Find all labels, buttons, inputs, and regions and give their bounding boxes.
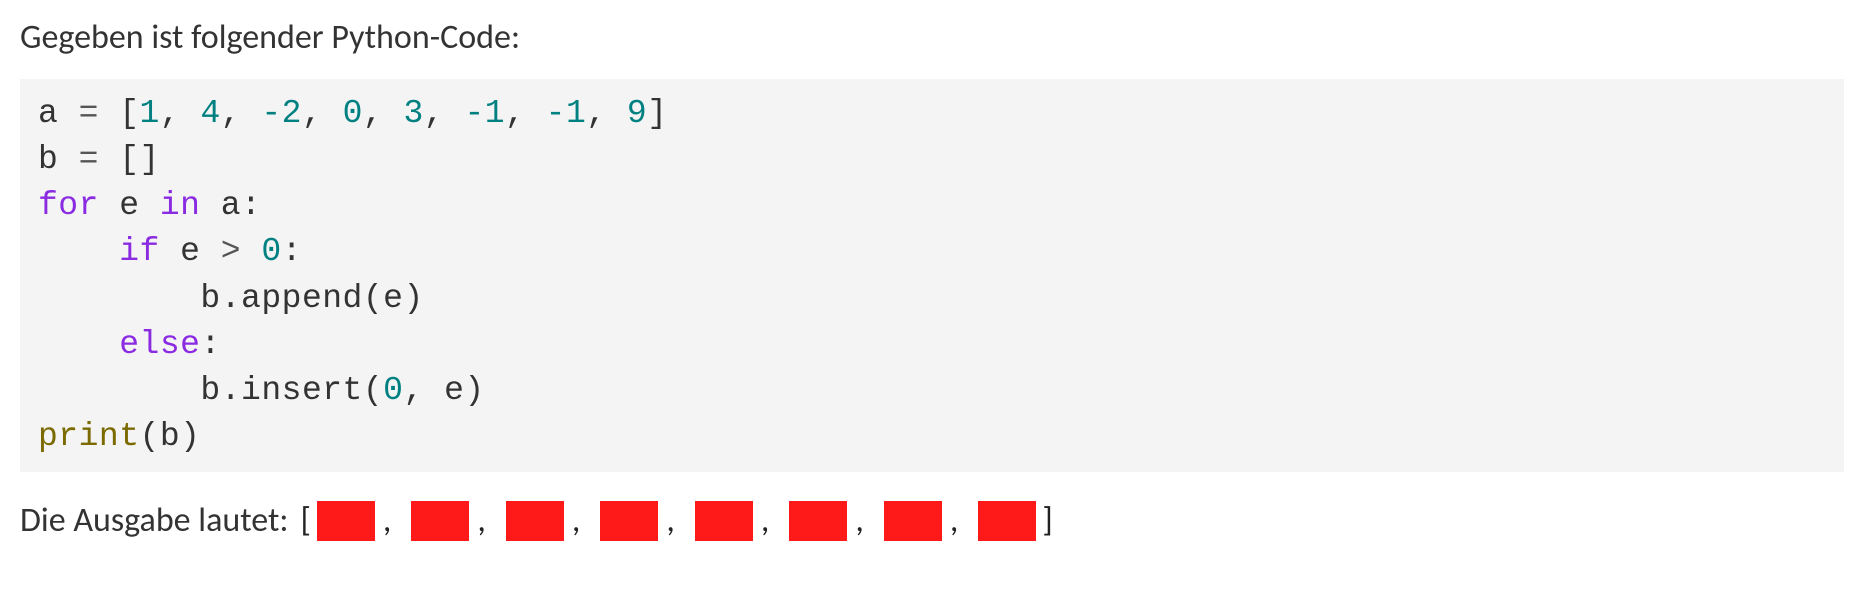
code-token: b: [38, 141, 79, 178]
code-token: in: [160, 187, 201, 224]
code-token: a:: [200, 187, 261, 224]
code-token: 3: [404, 95, 424, 132]
code-token: a: [38, 95, 79, 132]
answer-blank[interactable]: 3: [884, 501, 942, 541]
code-token: []: [99, 141, 160, 178]
code-token: =: [79, 141, 99, 178]
code-token: ,: [363, 95, 404, 132]
code-token: ,: [586, 95, 627, 132]
answer-blank[interactable]: 4: [789, 501, 847, 541]
code-token: -2: [261, 95, 302, 132]
code-token: >: [221, 233, 241, 270]
code-token: ]: [647, 95, 667, 132]
answer-blank[interactable]: 9: [978, 501, 1036, 541]
code-token: ,: [302, 95, 343, 132]
code-token: :: [200, 326, 220, 363]
separator: ,: [383, 500, 391, 541]
output-line: Die Ausgabe lautet: [ -1,-1,0,-2,1,4,3,9…: [20, 500, 1844, 541]
code-token: for: [38, 187, 99, 224]
code-token: b.insert(: [38, 372, 383, 409]
code-token: [38, 326, 119, 363]
open-bracket: [: [300, 500, 310, 541]
separator: ,: [950, 500, 958, 541]
code-block: a = [1, 4, -2, 0, 3, -1, -1, 9] b = [] f…: [20, 79, 1844, 473]
code-token: 4: [200, 95, 220, 132]
code-token: else: [119, 326, 200, 363]
code-token: [38, 233, 119, 270]
code-token: , e): [403, 372, 484, 409]
answer-blank[interactable]: 1: [695, 501, 753, 541]
code-token: (b): [140, 418, 201, 455]
intro-text: Gegeben ist folgender Python-Code:: [20, 18, 1844, 59]
separator: ,: [761, 500, 769, 541]
close-bracket: ]: [1042, 500, 1052, 541]
code-token: -1: [546, 95, 587, 132]
code-token: =: [79, 95, 99, 132]
separator: ,: [572, 500, 580, 541]
code-token: -1: [464, 95, 505, 132]
code-token: e: [160, 233, 221, 270]
code-token: print: [38, 418, 140, 455]
code-token: 9: [627, 95, 647, 132]
separator: ,: [477, 500, 485, 541]
code-token: e: [99, 187, 160, 224]
answer-blank[interactable]: -1: [411, 501, 469, 541]
code-token: 0: [343, 95, 363, 132]
blanks-container: -1,-1,0,-2,1,4,3,9: [315, 500, 1038, 541]
code-token: 0: [261, 233, 281, 270]
separator: ,: [855, 500, 863, 541]
code-token: [: [99, 95, 140, 132]
code-token: b.append(e): [38, 280, 424, 317]
separator: ,: [666, 500, 674, 541]
code-token: if: [119, 233, 160, 270]
answer-blank[interactable]: -1: [317, 501, 375, 541]
code-token: [241, 233, 261, 270]
exercise-page: Gegeben ist folgender Python-Code: a = […: [0, 0, 1864, 600]
code-token: ,: [424, 95, 465, 132]
code-token: ,: [160, 95, 201, 132]
code-token: ,: [505, 95, 546, 132]
code-token: 1: [140, 95, 160, 132]
output-label: Die Ausgabe lautet:: [20, 500, 288, 541]
code-token: 0: [383, 372, 403, 409]
answer-blank[interactable]: 0: [506, 501, 564, 541]
answer-blank[interactable]: -2: [600, 501, 658, 541]
code-token: ,: [221, 95, 262, 132]
code-token: :: [282, 233, 302, 270]
